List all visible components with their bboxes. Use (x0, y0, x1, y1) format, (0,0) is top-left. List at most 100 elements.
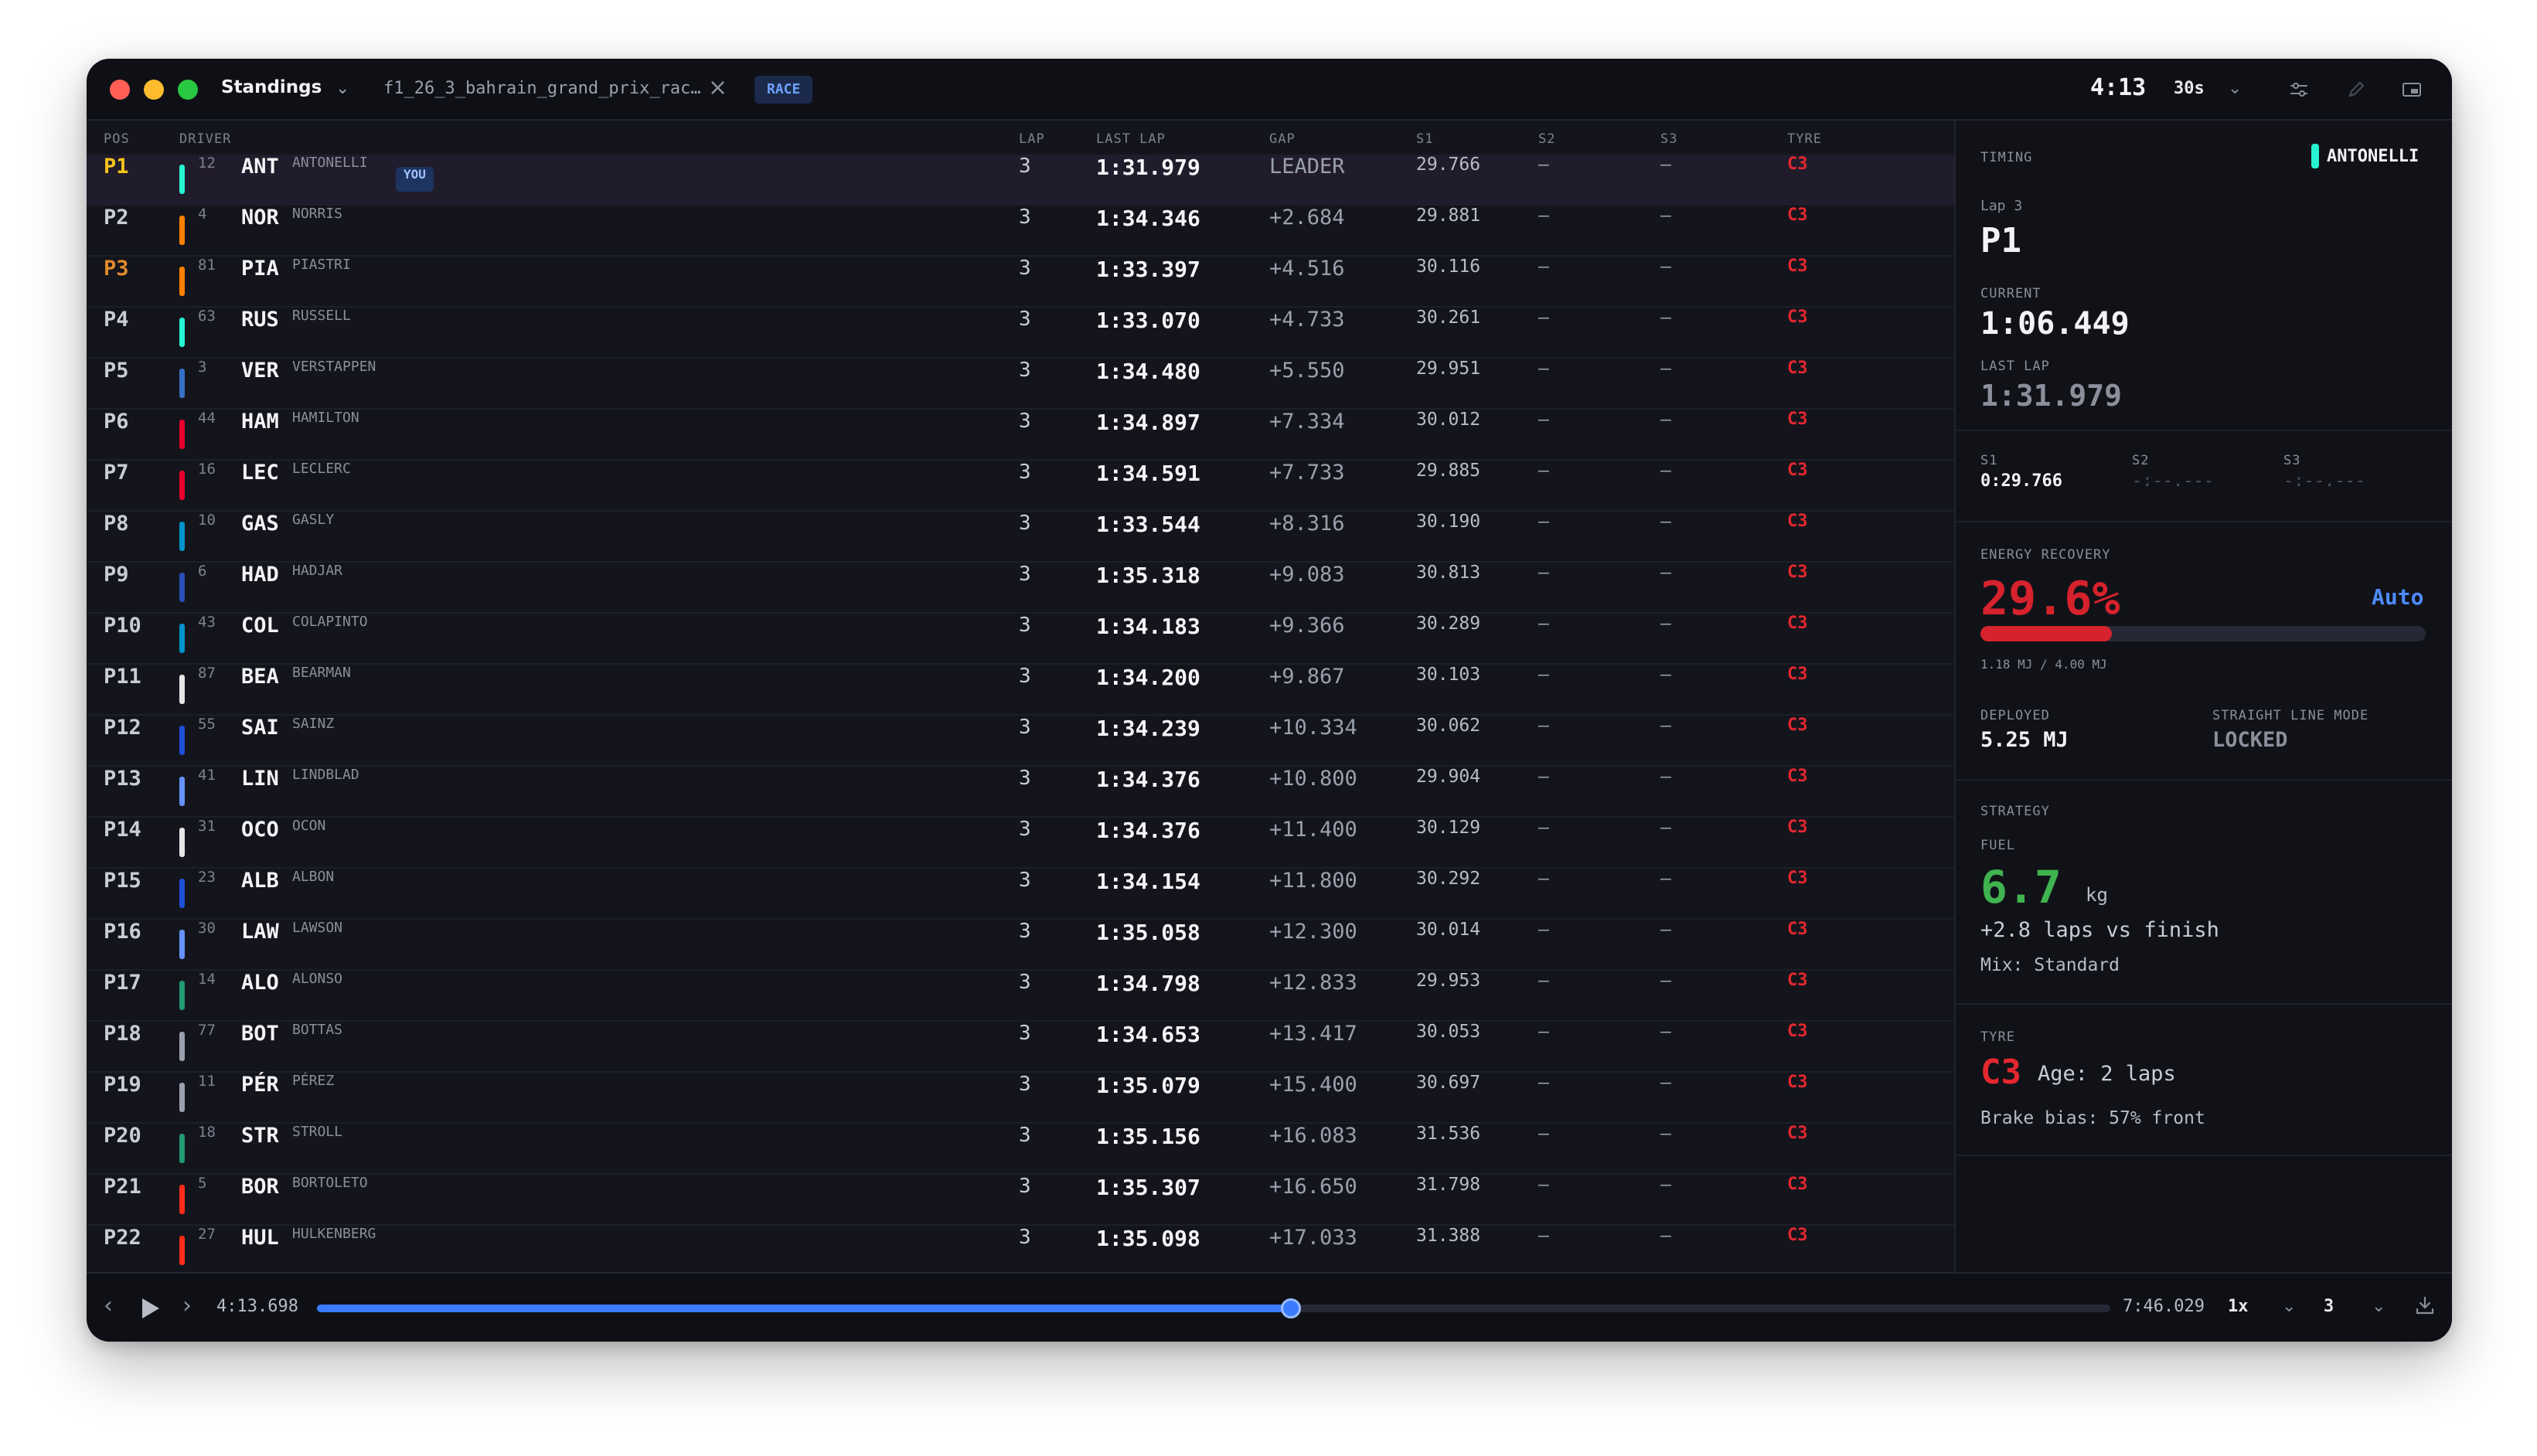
header-s1[interactable]: S1 (1416, 131, 1433, 147)
row-lap: 3 (1019, 1073, 1031, 1096)
row-s1: 29.881 (1416, 206, 1481, 226)
row-last-lap: 1:34.653 (1096, 1022, 1200, 1047)
table-row[interactable]: P18 77 BOT BOTTAS 3 1:34.653 +13.417 30.053 — — C3 (87, 1022, 1954, 1073)
row-gap: +9.366 (1269, 614, 1345, 638)
header-driver[interactable]: DRIVER (179, 131, 231, 147)
table-row[interactable]: P21 5 BOR BORTOLETO 3 1:35.307 +16.650 31.798 — —… (87, 1175, 1954, 1226)
table-row[interactable]: P9 6 HAD HADJAR 3 1:35.318 +9.083 30.813 — — C3 (87, 563, 1954, 614)
row-s1: 29.766 (1416, 155, 1481, 175)
row-position: P17 (104, 971, 141, 995)
step-back-icon[interactable]: ‹ (104, 1292, 113, 1319)
sliders-icon[interactable] (2287, 77, 2311, 102)
lap-selector[interactable]: 3 (2324, 1297, 2334, 1316)
row-driver-code: SAI (241, 716, 279, 740)
title-bar: Standings ⌄ f1_26_3_bahrain_grand_prix_r… (87, 59, 2452, 121)
table-row[interactable]: P1 12 ANT ANTONELLI 3 1:31.979 LEADER 29.766 — — C… (87, 155, 1954, 206)
header-pos[interactable]: POS (104, 131, 130, 147)
row-s3: — (1660, 257, 1671, 277)
window-close-button[interactable] (110, 80, 130, 100)
team-color-bar (179, 777, 185, 806)
download-icon[interactable] (2413, 1294, 2437, 1317)
team-color-bar (179, 318, 185, 347)
team-color-bar (179, 1134, 185, 1163)
table-row[interactable]: P17 14 ALO ALONSO 3 1:34.798 +12.833 29.953 — — C3 (87, 971, 1954, 1022)
row-s1: 30.129 (1416, 818, 1481, 838)
step-forward-icon[interactable]: › (182, 1292, 192, 1319)
row-car-number: 27 (198, 1226, 216, 1243)
s3-value: -:--.--- (2283, 471, 2365, 491)
table-row[interactable]: P5 3 VER VERSTAPPEN 3 1:34.480 +5.550 29.951 — — C… (87, 359, 1954, 410)
row-gap: +11.800 (1269, 869, 1357, 893)
table-row[interactable]: P12 55 SAI SAINZ 3 1:34.239 +10.334 30.062 — — C3 (87, 716, 1954, 767)
chevron-down-icon[interactable]: ⌄ (2372, 1297, 2385, 1316)
row-driver-code: NOR (241, 206, 279, 230)
row-lap: 3 (1019, 1124, 1031, 1147)
row-s1: 30.012 (1416, 410, 1481, 430)
row-gap: +9.083 (1269, 563, 1345, 587)
picture-in-picture-icon[interactable] (2399, 77, 2424, 102)
row-s1: 30.261 (1416, 308, 1481, 328)
strategy-label: STRATEGY (1980, 804, 2050, 819)
table-row[interactable]: P19 11 PÉR PÉREZ 3 1:35.079 +15.400 30.697 — — C3 (87, 1073, 1954, 1124)
tyre-compound: C3 (1980, 1053, 2021, 1092)
energy-mode-toggle[interactable]: Auto (2372, 584, 2423, 610)
table-row[interactable]: P20 18 STR STROLL 3 1:35.156 +16.083 31.536 — — C3 (87, 1124, 1954, 1175)
row-s2: — (1538, 716, 1549, 736)
chevron-down-icon[interactable]: ⌄ (2228, 79, 2242, 98)
row-driver-code: PÉR (241, 1073, 279, 1097)
timeline-scrubber[interactable] (317, 1298, 2110, 1318)
table-row[interactable]: P7 16 LEC LECLERC 3 1:34.591 +7.733 29.885 — — C3 (87, 461, 1954, 512)
header-s3[interactable]: S3 (1660, 131, 1677, 147)
team-color-bar (179, 828, 185, 857)
chevron-down-icon[interactable]: ⌄ (335, 79, 349, 98)
table-row[interactable]: P3 81 PIA PIASTRI 3 1:33.397 +4.516 30.116 — — C3 (87, 257, 1954, 308)
speed-selector[interactable]: 1x (2228, 1297, 2249, 1316)
s3-label: S3 (2283, 453, 2301, 468)
row-s1: 31.388 (1416, 1226, 1481, 1246)
table-row[interactable]: P15 23 ALB ALBON 3 1:34.154 +11.800 30.292 — — C3 (87, 869, 1954, 920)
row-gap: +10.800 (1269, 767, 1357, 791)
play-icon[interactable] (142, 1298, 159, 1318)
header-last-lap[interactable]: LAST LAP (1096, 131, 1166, 147)
row-s1: 30.116 (1416, 257, 1481, 277)
header-lap[interactable]: LAP (1019, 131, 1045, 147)
interval-selector[interactable]: 30s (2174, 79, 2205, 98)
table-row[interactable]: P2 4 NOR NORRIS 3 1:34.346 +2.684 29.881 — — C3 (87, 206, 1954, 257)
table-row[interactable]: P4 63 RUS RUSSELL 3 1:33.070 +4.733 30.261 — — C3 (87, 308, 1954, 359)
row-driver-name: NORRIS (292, 206, 343, 222)
row-gap: +16.083 (1269, 1124, 1357, 1148)
table-row[interactable]: P6 44 HAM HAMILTON 3 1:34.897 +7.334 30.012 — — C3 (87, 410, 1954, 461)
header-gap[interactable]: GAP (1269, 131, 1296, 147)
file-tab[interactable]: f1_26_3_bahrain_grand_prix_rac… (383, 79, 701, 98)
table-row[interactable]: P14 31 OCO OCON 3 1:34.376 +11.400 30.129 — — C3 (87, 818, 1954, 869)
table-row[interactable]: P16 30 LAW LAWSON 3 1:35.058 +12.300 30.014 — — C3 (87, 920, 1954, 971)
s2-value: -:--.--- (2132, 471, 2214, 491)
row-car-number: 44 (198, 410, 216, 427)
table-row[interactable]: P22 27 HUL HULKENBERG 3 1:35.098 +17.033 31.388… (87, 1226, 1954, 1277)
row-position: P15 (104, 869, 141, 893)
row-lap: 3 (1019, 257, 1031, 280)
view-selector-label[interactable]: Standings (221, 77, 322, 97)
pencil-icon[interactable] (2344, 77, 2368, 102)
timeline-handle[interactable] (1280, 1298, 1301, 1318)
window-minimize-button[interactable] (144, 80, 164, 100)
header-tyre[interactable]: TYRE (1787, 131, 1822, 147)
team-color-bar (179, 216, 185, 245)
team-color-bar (179, 522, 185, 551)
brake-bias: Brake bias: 57% front (1980, 1108, 2205, 1128)
row-s3: — (1660, 971, 1671, 991)
close-tab-icon[interactable]: × (708, 74, 727, 101)
row-s3: — (1660, 1175, 1671, 1195)
table-row[interactable]: P8 10 GAS GASLY 3 1:33.544 +8.316 30.190 — — C3 (87, 512, 1954, 563)
fuel-value: 6.7 (1980, 861, 2062, 913)
table-row[interactable]: P10 43 COL COLAPINTO 3 1:34.183 +9.366 30.289 — —… (87, 614, 1954, 665)
energy-percent: 29.6% (1980, 572, 2120, 626)
row-tyre: C3 (1787, 971, 1808, 990)
deployed-label: DEPLOYED (1980, 708, 2050, 723)
window-zoom-button[interactable] (178, 80, 198, 100)
table-row[interactable]: P11 87 BEA BEARMAN 3 1:34.200 +9.867 30.103 — — C3 (87, 665, 1954, 716)
row-car-number: 77 (198, 1022, 216, 1039)
header-s2[interactable]: S2 (1538, 131, 1555, 147)
chevron-down-icon[interactable]: ⌄ (2282, 1297, 2296, 1316)
table-row[interactable]: P13 41 LIN LINDBLAD 3 1:34.376 +10.800 29.904 — —… (87, 767, 1954, 818)
